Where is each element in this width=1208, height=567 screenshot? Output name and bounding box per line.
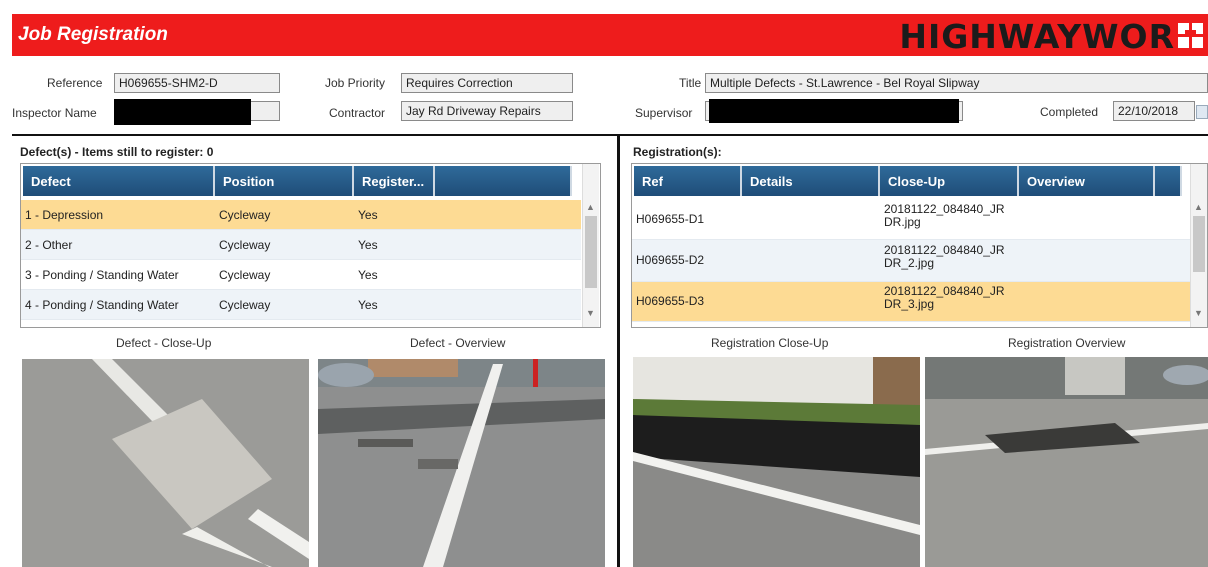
- register-cell: Yes: [358, 268, 378, 282]
- defect-cell: 2 - Other: [25, 238, 73, 252]
- closeup-cell: 20181122_084840_JR DR_2.jpg: [880, 240, 1019, 281]
- defect-overview-photo[interactable]: [318, 359, 605, 567]
- table-row[interactable]: H069655-D1 20181122_084840_JR DR.jpg: [632, 200, 1190, 240]
- column-header-closeup[interactable]: Close-Up: [880, 166, 1019, 196]
- supervisor-label: Supervisor: [635, 106, 693, 120]
- completed-label: Completed: [1040, 105, 1099, 119]
- reference-label: Reference: [47, 76, 103, 90]
- title-label: Title: [679, 76, 702, 90]
- overview-cell: [1019, 240, 1155, 281]
- brand-logo: HIGHWAYWOR: [899, 17, 1204, 56]
- position-cell: Cycleway: [219, 268, 271, 282]
- scroll-down-icon[interactable]: ▼: [586, 308, 595, 318]
- title-field[interactable]: Multiple Defects - St.Lawrence - Bel Roy…: [705, 73, 1208, 93]
- ref-cell: H069655-D2: [636, 253, 705, 267]
- registration-closeup-photo[interactable]: [633, 357, 920, 567]
- brand-mark-icon: [1178, 23, 1204, 49]
- closeup-filename-line: DR_2.jpg: [884, 256, 935, 270]
- ref-cell: H069655-D3: [636, 294, 705, 308]
- page-title: Job Registration: [18, 24, 168, 45]
- registrations-grid-header: Ref Details Close-Up Overview: [634, 166, 1182, 196]
- position-cell: Cycleway: [219, 298, 271, 312]
- registration-overview-photo[interactable]: [925, 357, 1208, 567]
- registrations-grid: Ref Details Close-Up Overview H069655-D1…: [631, 163, 1208, 328]
- closeup-filename-line: DR_3.jpg: [884, 297, 935, 311]
- defect-overview-label: Defect - Overview: [410, 336, 506, 350]
- column-header-overview[interactable]: Overview: [1019, 166, 1155, 196]
- completed-date-field[interactable]: 22/10/2018: [1113, 101, 1195, 121]
- registration-overview-label: Registration Overview: [1008, 336, 1126, 350]
- table-row[interactable]: 1 - Depression Cycleway Yes: [21, 200, 581, 230]
- divider: [12, 134, 1208, 136]
- details-cell: [742, 240, 880, 281]
- defect-cell: 1 - Depression: [25, 208, 104, 222]
- divider: [617, 134, 620, 567]
- details-cell: [742, 282, 880, 321]
- scroll-thumb[interactable]: [585, 216, 597, 288]
- register-cell: Yes: [358, 298, 378, 312]
- register-cell: Yes: [358, 238, 378, 252]
- ref-cell: H069655-D1: [636, 212, 705, 226]
- register-cell: Yes: [358, 208, 378, 222]
- table-row[interactable]: 2 - Other Cycleway Yes: [21, 230, 581, 260]
- registrations-scrollbar[interactable]: ▲ ▼: [1190, 164, 1207, 327]
- reference-field[interactable]: H069655-SHM2-D: [114, 73, 280, 93]
- column-header-position[interactable]: Position: [215, 166, 354, 196]
- defect-cell: 3 - Ponding / Standing Water: [25, 268, 179, 282]
- column-header-blank[interactable]: [435, 166, 572, 196]
- title-bar: Job Registration HIGHWAYWOR: [12, 14, 1208, 56]
- column-header-details[interactable]: Details: [742, 166, 880, 196]
- defects-scrollbar[interactable]: ▲ ▼: [582, 164, 599, 327]
- column-header-defect[interactable]: Defect: [23, 166, 215, 196]
- contractor-label: Contractor: [329, 106, 386, 120]
- scroll-thumb[interactable]: [1193, 216, 1205, 272]
- contractor-field[interactable]: Jay Rd Driveway Repairs: [401, 101, 573, 121]
- overview-cell: [1019, 200, 1155, 239]
- registration-closeup-image: [633, 357, 920, 567]
- details-cell: [742, 200, 880, 239]
- closeup-cell: 20181122_084840_JR DR.jpg: [880, 200, 1019, 239]
- column-header-ref[interactable]: Ref: [634, 166, 742, 196]
- position-cell: Cycleway: [219, 208, 271, 222]
- registration-overview-image: [925, 357, 1208, 567]
- defect-closeup-label: Defect - Close-Up: [116, 336, 212, 350]
- redaction-block: [114, 99, 251, 125]
- inspector-name-label: Inspector Name: [12, 106, 97, 120]
- scroll-up-icon[interactable]: ▲: [1194, 202, 1203, 212]
- column-header-register[interactable]: Register...: [354, 166, 435, 196]
- defect-closeup-photo[interactable]: [22, 359, 309, 567]
- closeup-filename-line: DR.jpg: [884, 215, 921, 229]
- scroll-down-icon[interactable]: ▼: [1194, 308, 1203, 318]
- redaction-block: [709, 99, 959, 123]
- table-row[interactable]: H069655-D2 20181122_084840_JR DR_2.jpg: [632, 240, 1190, 282]
- brand-text: HIGHWAYWOR: [899, 17, 1175, 56]
- defect-overview-image: [318, 359, 605, 567]
- column-header-blank[interactable]: [1155, 166, 1182, 196]
- registrations-section-title: Registration(s):: [633, 145, 722, 159]
- defect-closeup-image: [22, 359, 309, 567]
- defects-grid: Defect Position Register... 1 - Depressi…: [20, 163, 601, 328]
- defects-grid-header: Defect Position Register...: [23, 166, 572, 196]
- job-priority-label: Job Priority: [325, 76, 386, 90]
- table-row[interactable]: 4 - Ponding / Standing Water Cycleway Ye…: [21, 290, 581, 320]
- defects-section-title: Defect(s) - Items still to register: 0: [20, 145, 214, 159]
- closeup-cell: 20181122_084840_JR DR_3.jpg: [880, 282, 1019, 321]
- table-row[interactable]: 3 - Ponding / Standing Water Cycleway Ye…: [21, 260, 581, 290]
- table-row[interactable]: H069655-D3 20181122_084840_JR DR_3.jpg: [632, 282, 1190, 322]
- job-priority-field[interactable]: Requires Correction: [401, 73, 573, 93]
- overview-cell: [1019, 282, 1155, 321]
- position-cell: Cycleway: [219, 238, 271, 252]
- scroll-up-icon[interactable]: ▲: [586, 202, 595, 212]
- defect-cell: 4 - Ponding / Standing Water: [25, 298, 179, 312]
- registration-closeup-label: Registration Close-Up: [711, 336, 829, 350]
- calendar-icon[interactable]: [1196, 105, 1208, 119]
